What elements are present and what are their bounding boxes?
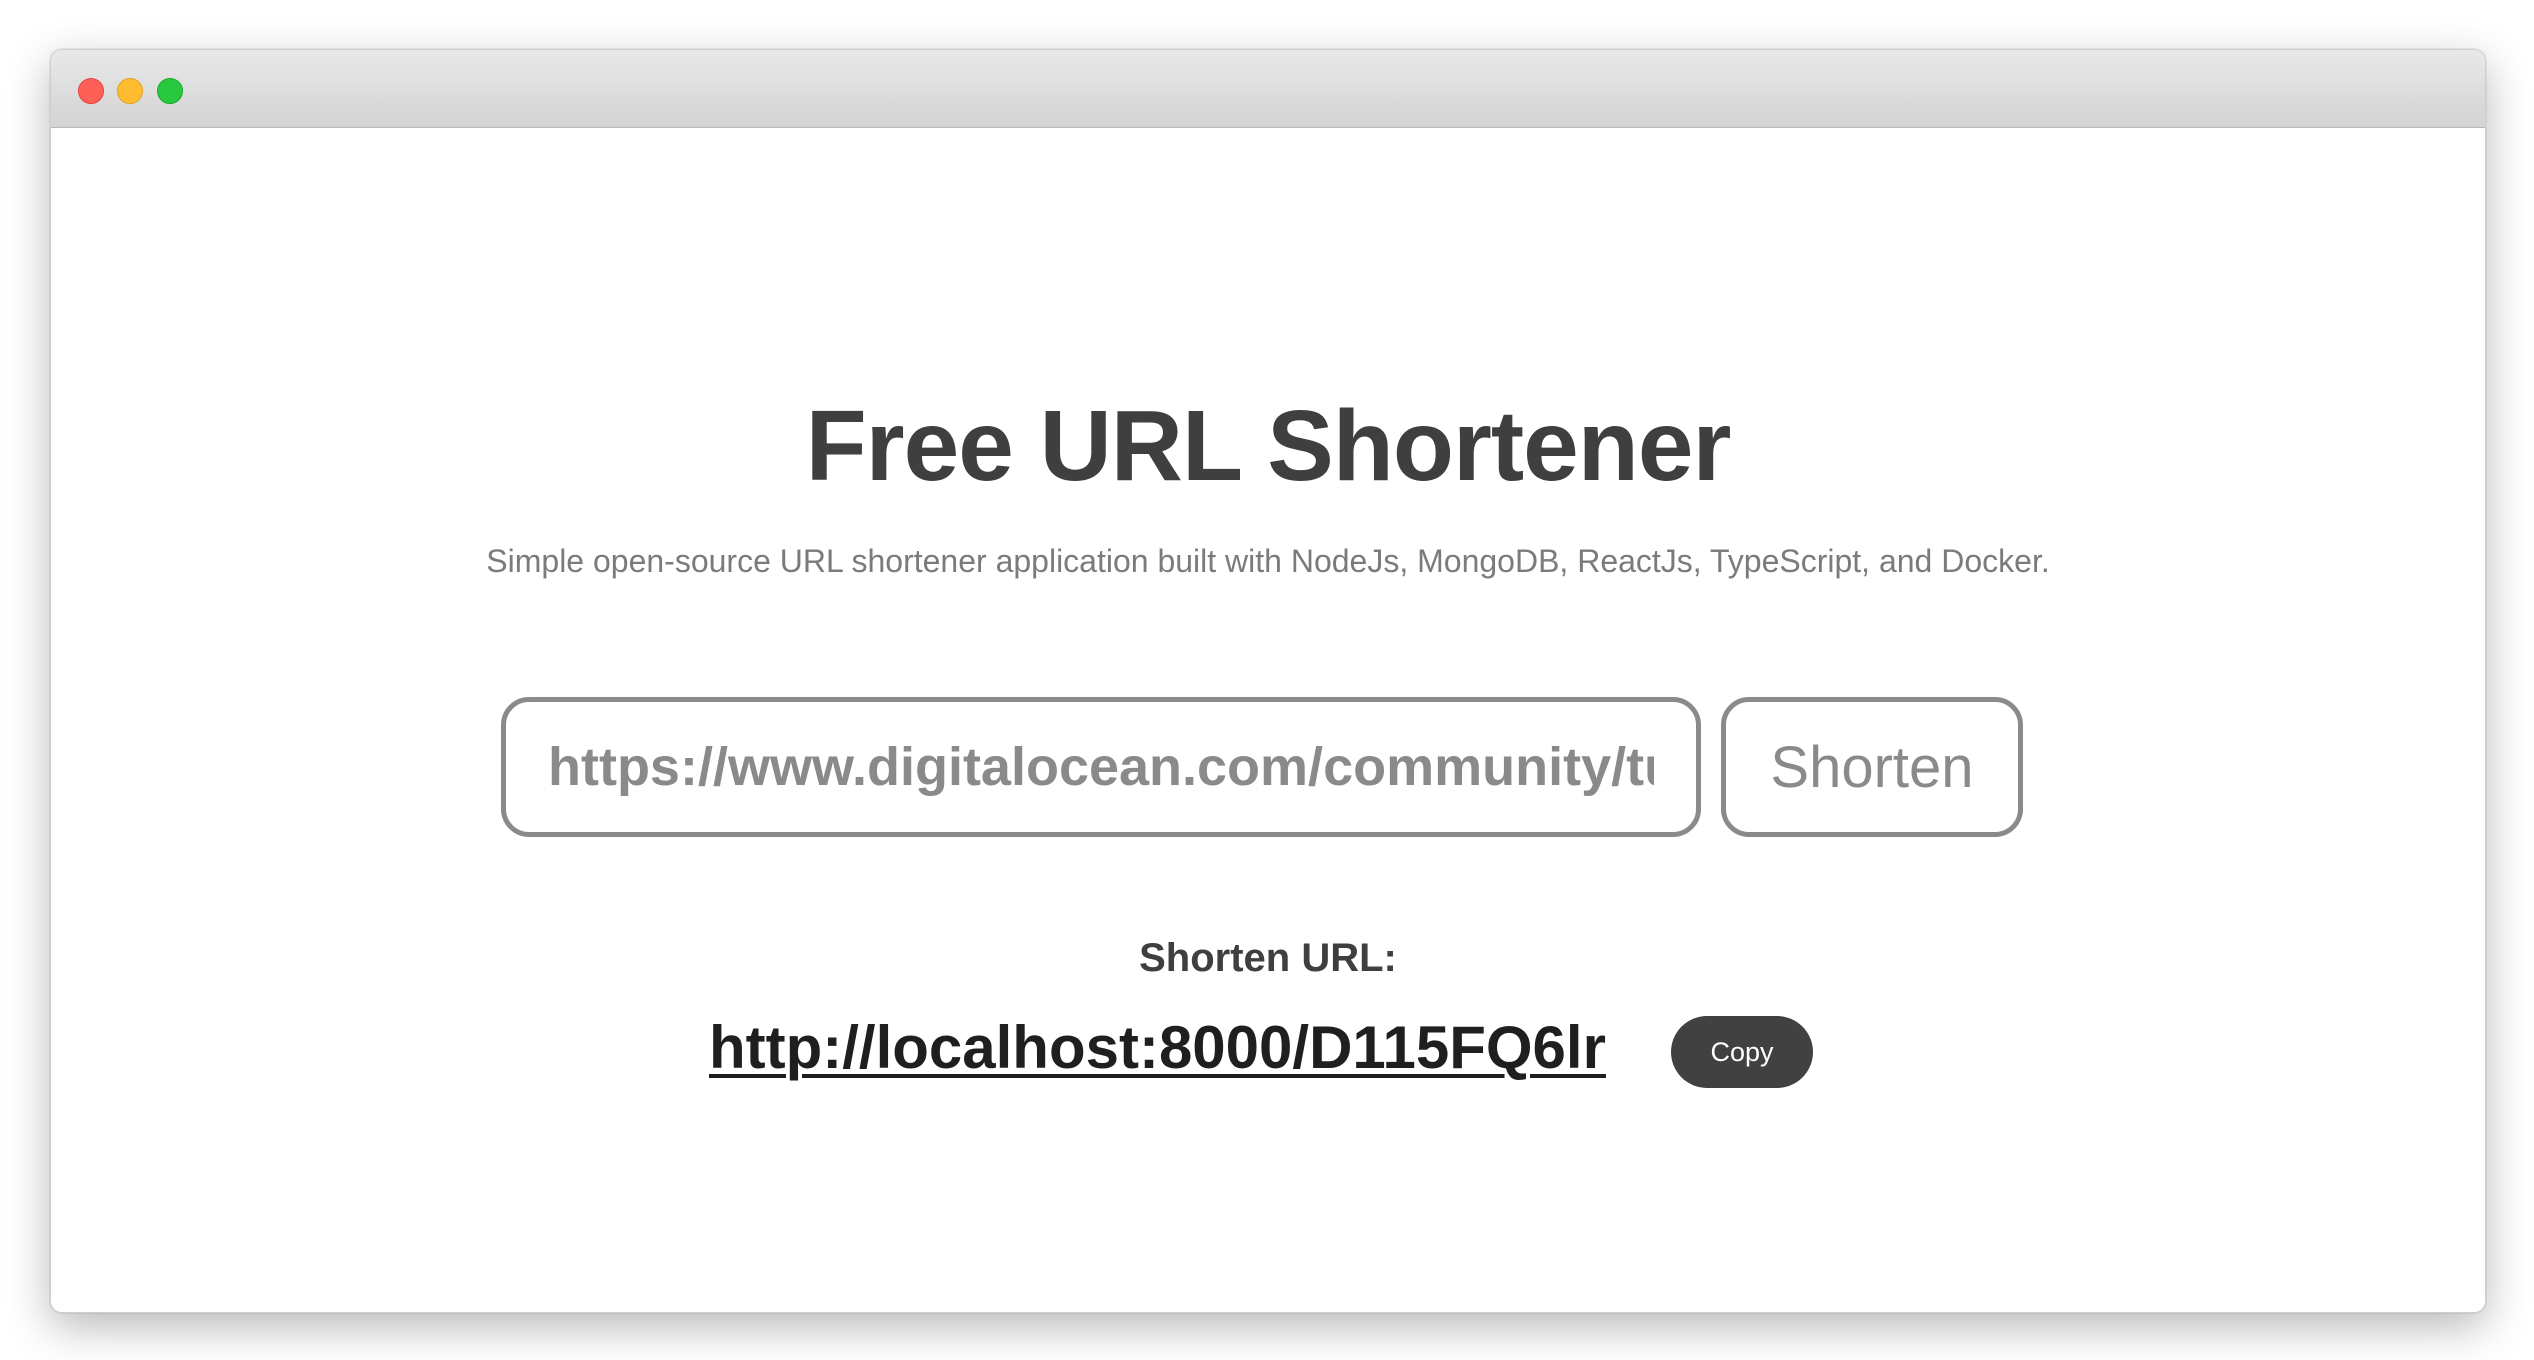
window-titlebar[interactable] bbox=[51, 50, 2485, 128]
copy-button[interactable]: Copy bbox=[1671, 1016, 1813, 1088]
screenshot-canvas: Free URL Shortener Simple open-source UR… bbox=[0, 0, 2534, 1360]
page-subtitle: Simple open-source URL shortener applica… bbox=[486, 543, 2050, 579]
browser-window: Free URL Shortener Simple open-source UR… bbox=[50, 49, 2486, 1313]
result-label: Shorten URL: bbox=[1139, 936, 1397, 980]
short-url-link[interactable]: http://localhost:8000/D115FQ6lr bbox=[709, 1013, 1606, 1083]
url-input[interactable] bbox=[501, 697, 1701, 837]
page-content: Free URL Shortener Simple open-source UR… bbox=[51, 128, 2485, 1312]
close-window-button[interactable] bbox=[78, 78, 104, 104]
minimize-window-button[interactable] bbox=[117, 78, 143, 104]
shorten-button[interactable]: Shorten bbox=[1721, 697, 2023, 837]
zoom-window-button[interactable] bbox=[157, 78, 183, 104]
page-title: Free URL Shortener bbox=[805, 390, 1732, 502]
